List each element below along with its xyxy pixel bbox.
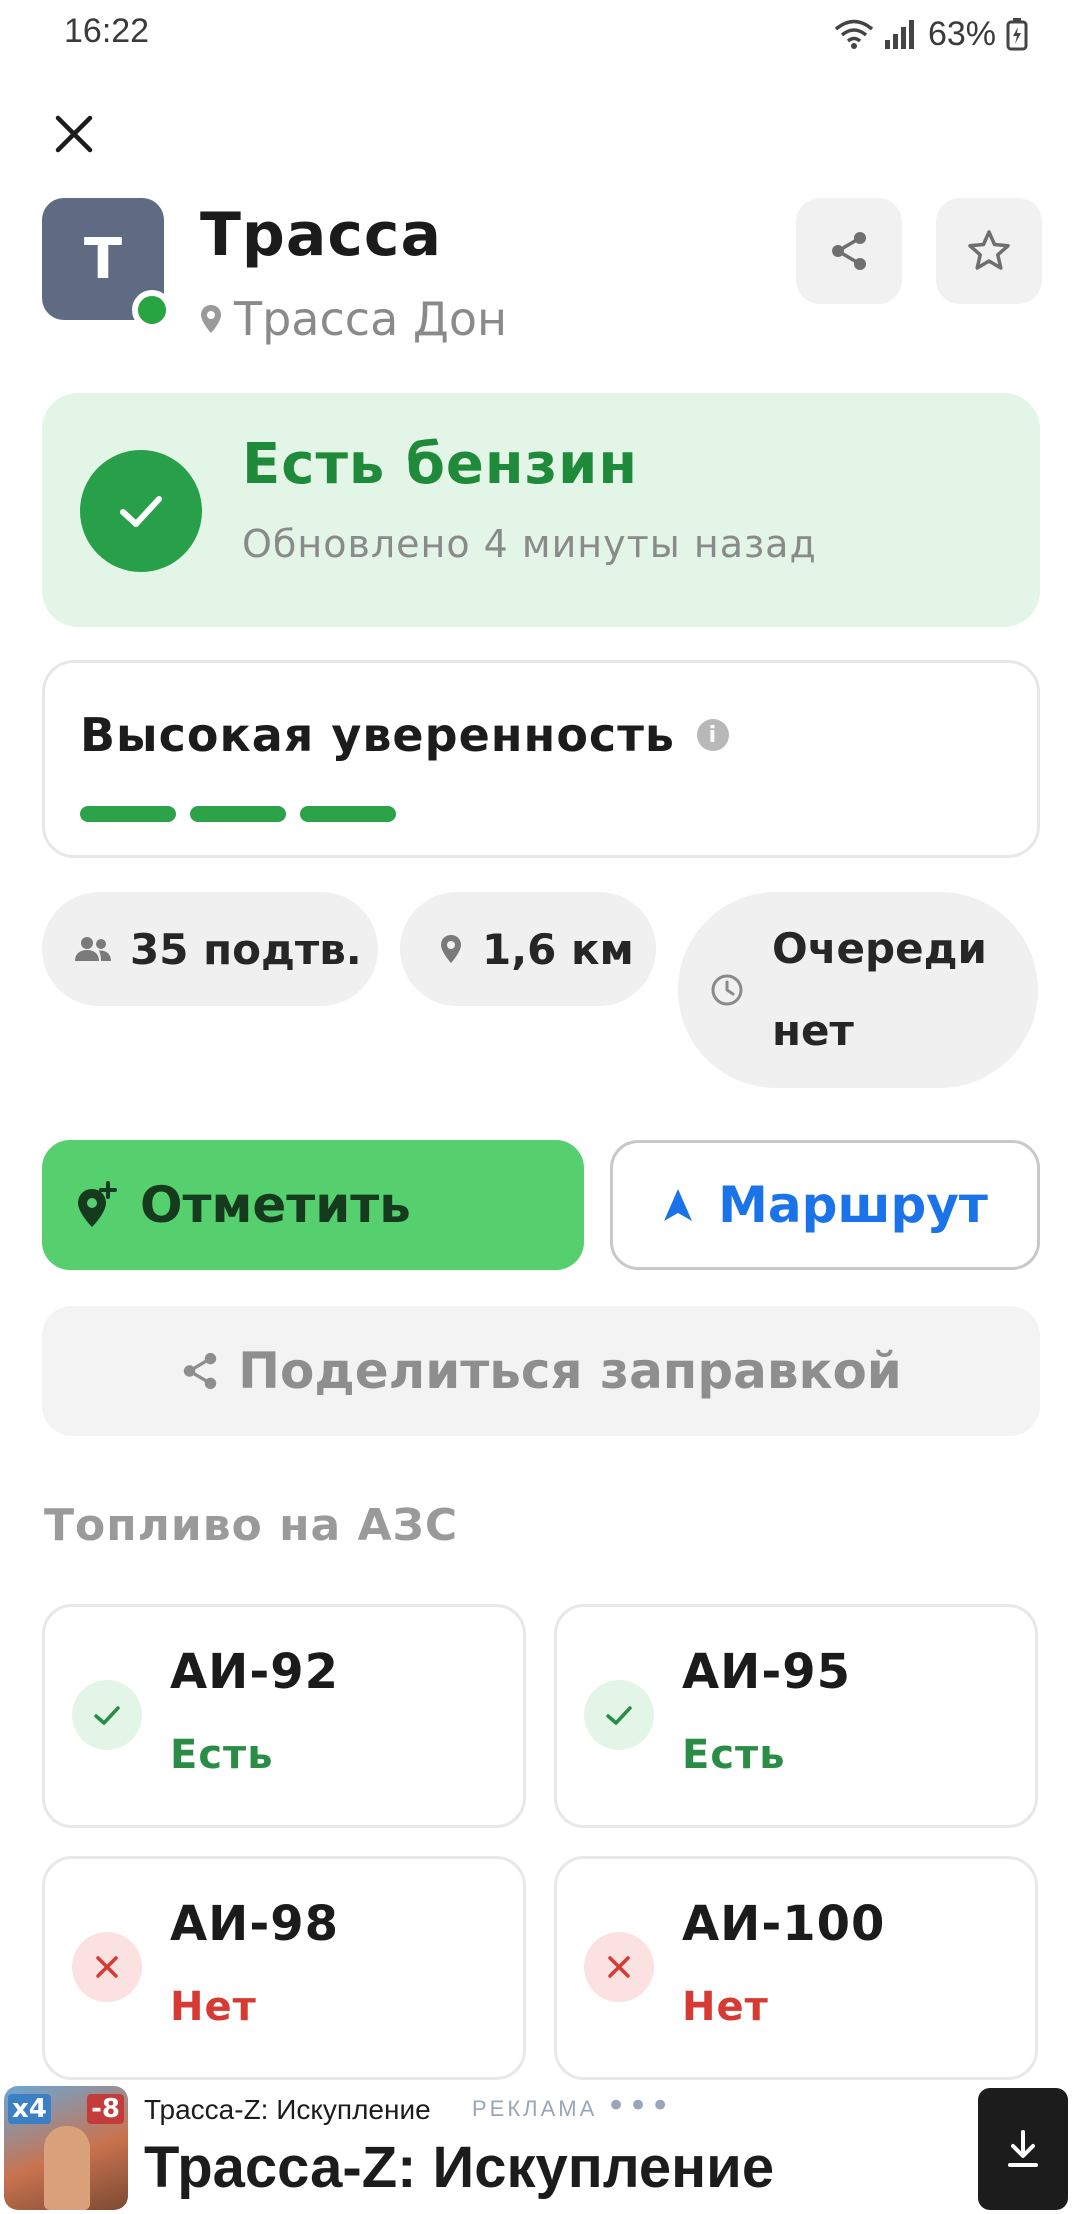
info-icon[interactable]: i [696,719,729,751]
fuel-status: Нет [170,1984,257,2030]
wifi-icon [834,18,874,50]
queue-chip: Очереди нет [678,892,1038,1088]
ad-more-icon[interactable]: ••• [606,2086,672,2126]
ad-thumbnail[interactable]: x4 -8 [4,2086,128,2210]
ad-small-title[interactable]: Трасса-Z: Искупление [144,2094,431,2126]
fuel-status: Есть [170,1732,274,1778]
ad-thumb-badge-right: -8 [87,2094,124,2124]
mark-button[interactable]: Отметить [42,1140,584,1270]
fuel-status-updated: Обновлено 4 минуты назад [242,522,817,566]
station-name: Трасса [200,200,442,270]
status-icons: 63% [834,12,1028,56]
share-button[interactable] [796,198,902,304]
route-button-label: Маршрут [718,1176,988,1234]
battery-percent: 63% [927,14,996,53]
check-circle-icon [80,450,202,572]
station-location-text: Трасса Дон [234,292,508,346]
confidence-bar-segment [300,806,396,822]
distance-text: 1,6 км [482,924,634,974]
navigation-arrow-icon [664,1189,693,1221]
ad-character-image [44,2126,90,2210]
queue-text-line1: Очереди [772,924,987,973]
download-icon [1008,2130,1038,2167]
favorite-button[interactable] [936,198,1042,304]
station-location: Трасса Дон [200,292,507,346]
confirmations-text: 35 подтв. [130,924,362,974]
clock-icon [711,974,743,1006]
fuel-status-title: Есть бензин [242,432,639,497]
battery-icon [1006,17,1028,51]
location-pin-icon [441,935,461,963]
ad-big-title[interactable]: Трасса-Z: Искупление [144,2134,774,2201]
share-icon [832,232,866,270]
fuel-name: АИ-100 [682,1896,886,1952]
cross-icon [72,1932,142,2002]
check-icon [584,1680,654,1750]
route-button[interactable]: Маршрут [610,1140,1040,1270]
signal-icon [884,18,918,50]
fuel-name: АИ-95 [682,1644,852,1700]
ad-thumb-badge-left: x4 [8,2094,51,2124]
confidence-bar-segment [190,806,286,822]
share-icon [183,1352,217,1390]
confidence-bar-segment [80,806,176,822]
ad-label: РЕКЛАМА [472,2096,598,2121]
check-icon [72,1680,142,1750]
close-icon [55,115,93,153]
fuel-status: Есть [682,1732,786,1778]
cross-icon [584,1932,654,2002]
confidence-title: Высокая уверенность i [80,708,729,762]
fuel-name: АИ-92 [170,1644,340,1700]
confirmations-chip: 35 подтв. [42,892,378,1006]
share-station-button[interactable]: Поделиться заправкой [42,1306,1040,1436]
fuel-section-title: Топливо на АЗС [44,1500,459,1551]
distance-chip: 1,6 км [400,892,656,1006]
ad-download-button[interactable] [978,2088,1068,2210]
queue-text-line2: нет [772,1006,854,1055]
fuel-status: Нет [682,1984,769,2030]
mark-button-label: Отметить [140,1176,411,1234]
close-button[interactable] [44,104,104,164]
status-time: 16:22 [64,12,150,50]
people-icon [75,937,111,961]
online-indicator [132,290,172,330]
fuel-name: АИ-98 [170,1896,340,1952]
confidence-title-text: Высокая уверенность [80,708,675,762]
star-icon [968,230,1010,270]
add-location-icon [78,1181,117,1227]
share-station-label: Поделиться заправкой [238,1342,902,1400]
location-pin-icon [201,305,221,333]
